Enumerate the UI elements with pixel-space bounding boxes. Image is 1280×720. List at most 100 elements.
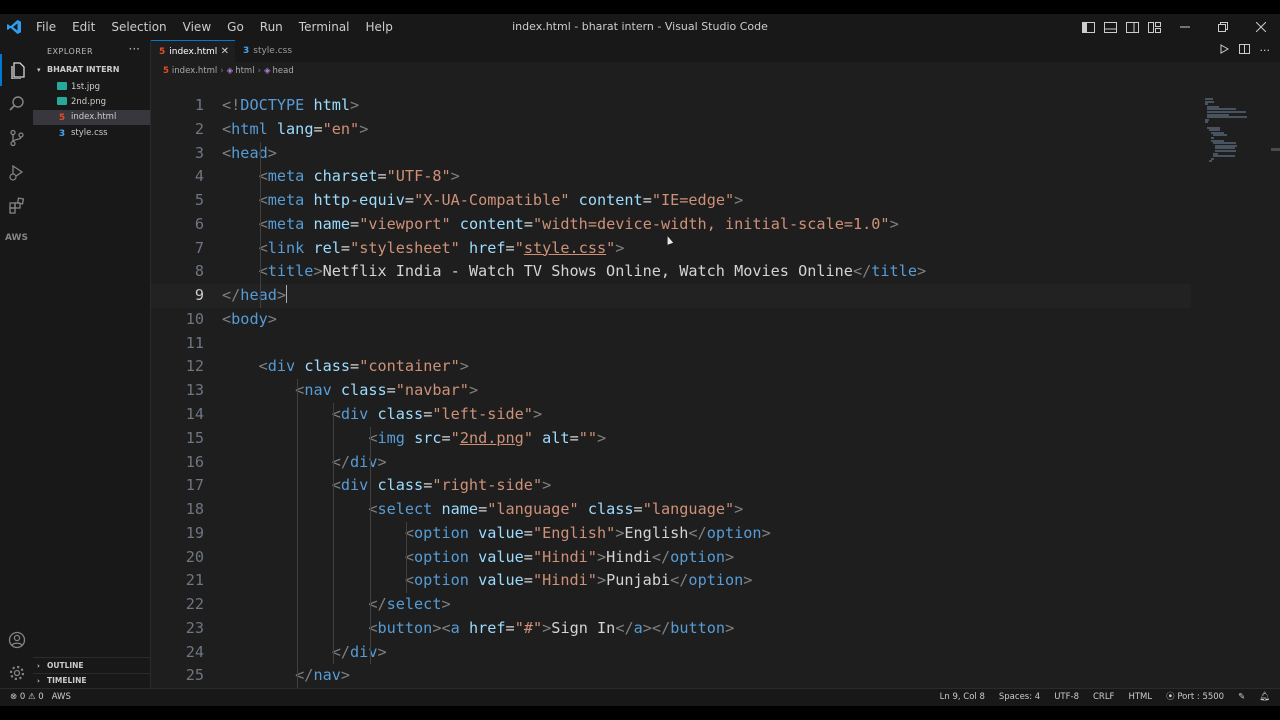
line-number: 11: [185, 333, 204, 352]
code-line[interactable]: 25 </nav>: [151, 664, 1191, 688]
html-file-icon: 5: [58, 113, 66, 123]
code-editor[interactable]: 1 <!DOCTYPE html> 2 <html lang="en"> 3 <head>…: [151, 80, 1280, 688]
accounts-icon[interactable]: [0, 624, 33, 656]
code-line[interactable]: 6 <meta name="viewport" content="width=d…: [151, 213, 1191, 237]
file-item-index-html[interactable]: 5 index.html: [33, 110, 150, 125]
code-line[interactable]: 8 <title>Netflix India - Watch TV Shows …: [151, 260, 1191, 284]
code-line[interactable]: 10 <body>: [151, 308, 1191, 332]
aws-status[interactable]: AWS: [52, 689, 71, 706]
element-cube-icon: ◈: [263, 66, 271, 76]
menu-file[interactable]: File: [28, 14, 64, 40]
cursor-position[interactable]: Ln 9, Col 8: [940, 689, 985, 706]
line-number: 19: [185, 523, 204, 542]
code-line[interactable]: 21 <option value="Hindi">Punjabi</option…: [151, 569, 1191, 593]
minimize-icon[interactable]: [1166, 14, 1204, 40]
code-line[interactable]: 20 <option value="Hindi">Hindi</option>: [151, 546, 1191, 570]
file-item-1st-jpg[interactable]: 1st.jpg: [33, 80, 150, 95]
code-line[interactable]: 1 <!DOCTYPE html>: [151, 94, 1191, 118]
code-line[interactable]: 23 <button><a href="#">Sign In</a></butt…: [151, 617, 1191, 641]
menu-terminal[interactable]: Terminal: [291, 14, 358, 40]
divider: [33, 657, 150, 658]
breadcrumb-head[interactable]: head: [273, 66, 294, 76]
customize-layout-icon[interactable]: [1146, 18, 1162, 36]
html-file-icon: 5: [159, 47, 166, 57]
code-line[interactable]: 13 <nav class="navbar">: [151, 379, 1191, 403]
css-file-icon: 3: [243, 46, 250, 56]
toggle-primary-sidebar-icon[interactable]: [1080, 18, 1096, 36]
more-actions-icon[interactable]: ···: [129, 42, 140, 56]
run-debug-icon[interactable]: [0, 156, 33, 188]
minimap-line: [1207, 116, 1248, 119]
tab-style-css[interactable]: 3 style.css: [235, 40, 319, 62]
breadcrumb-html[interactable]: html: [235, 66, 254, 76]
code-line[interactable]: 19 <option value="English">English</opti…: [151, 522, 1191, 546]
feedback-icon[interactable]: ✎: [1238, 689, 1245, 706]
html-file-icon: 5: [163, 66, 169, 76]
code-line[interactable]: 15 <img src="2nd.png" alt="">: [151, 427, 1191, 451]
split-editor-icon[interactable]: [1238, 44, 1250, 57]
folder-bharat-intern[interactable]: ▾ BHARAT INTERN: [37, 65, 119, 74]
menu-help[interactable]: Help: [358, 14, 401, 40]
tab-label: style.css: [253, 46, 293, 56]
end-of-line[interactable]: CRLF: [1093, 689, 1114, 706]
code-text: </div>: [331, 452, 387, 471]
code-line[interactable]: 2 <html lang="en">: [151, 118, 1191, 142]
toggle-secondary-sidebar-icon[interactable]: [1124, 18, 1140, 36]
problems-status[interactable]: ⊗ 0 ⚠ 0: [10, 689, 44, 706]
layout-controls: [1080, 18, 1162, 36]
more-actions-icon[interactable]: ···: [1260, 44, 1271, 57]
search-icon[interactable]: [0, 88, 33, 120]
breadcrumb-file[interactable]: index.html: [172, 66, 217, 76]
code-line[interactable]: 3 <head>: [151, 142, 1191, 166]
line-number: 12: [185, 357, 204, 376]
toggle-panel-icon[interactable]: [1102, 18, 1118, 36]
code-line[interactable]: 11: [151, 332, 1191, 356]
menu-run[interactable]: Run: [252, 14, 291, 40]
timeline-section[interactable]: › TIMELINE: [37, 676, 86, 685]
code-line[interactable]: 14 <div class="left-side">: [151, 403, 1191, 427]
indentation[interactable]: Spaces: 4: [999, 689, 1040, 706]
explorer-header: EXPLORER: [47, 47, 93, 56]
encoding[interactable]: UTF-8: [1054, 689, 1079, 706]
line-number: 15: [185, 428, 204, 447]
explorer-icon[interactable]: [0, 54, 33, 86]
error-count: 0: [19, 692, 26, 702]
code-text: <option value="Hindi">Hindi</option>: [404, 547, 735, 566]
close-window-icon[interactable]: [1242, 14, 1280, 40]
code-line[interactable]: 9 </head>: [151, 284, 1191, 308]
line-number: 20: [185, 547, 204, 566]
line-number: 14: [185, 405, 204, 423]
code-line[interactable]: 22 </select>: [151, 593, 1191, 617]
menu-go[interactable]: Go: [219, 14, 252, 40]
indent-guide: [369, 426, 371, 665]
source-control-icon[interactable]: [0, 122, 33, 154]
timeline-label: TIMELINE: [47, 676, 87, 685]
code-line[interactable]: 5 <meta http-equiv="X-UA-Compatible" con…: [151, 189, 1191, 213]
editor-scrollbar[interactable]: [1271, 148, 1280, 151]
menu-selection[interactable]: Selection: [103, 14, 174, 40]
code-line[interactable]: 18 <select name="language" class="langua…: [151, 498, 1191, 522]
minimap[interactable]: [1199, 80, 1269, 163]
code-line[interactable]: 16 </div>: [151, 451, 1191, 475]
file-item-2nd-png[interactable]: 2nd.png: [33, 95, 150, 110]
code-line[interactable]: 24 </div>: [151, 641, 1191, 665]
extensions-icon[interactable]: [0, 190, 33, 222]
tab-index-html[interactable]: 5 index.html ✕: [151, 40, 235, 62]
aws-toolkit-icon[interactable]: AWS: [0, 222, 33, 254]
code-text: <meta http-equiv="X-UA-Compatible" conte…: [258, 191, 744, 210]
menu-view[interactable]: View: [175, 14, 219, 40]
run-play-icon[interactable]: [1219, 44, 1229, 57]
code-line[interactable]: 12 <div class="container">: [151, 355, 1191, 379]
outline-section[interactable]: › OUTLINE: [37, 661, 84, 670]
line-number: 24: [185, 642, 204, 661]
code-line[interactable]: 17 <div class="right-side">: [151, 474, 1191, 498]
file-item-style-css[interactable]: 3 style.css: [33, 126, 150, 141]
manage-gear-icon[interactable]: [0, 657, 33, 689]
menu-edit[interactable]: Edit: [64, 14, 103, 40]
maximize-icon[interactable]: [1204, 14, 1242, 40]
notifications-bell-icon[interactable]: 🔔︎: [1259, 689, 1270, 706]
close-tab-icon[interactable]: ✕: [221, 41, 229, 63]
code-line[interactable]: 4 <meta charset="UTF-8">: [151, 165, 1191, 189]
live-server-port[interactable]: ⦿ Port : 5500: [1166, 689, 1224, 706]
language-mode[interactable]: HTML: [1128, 689, 1152, 706]
